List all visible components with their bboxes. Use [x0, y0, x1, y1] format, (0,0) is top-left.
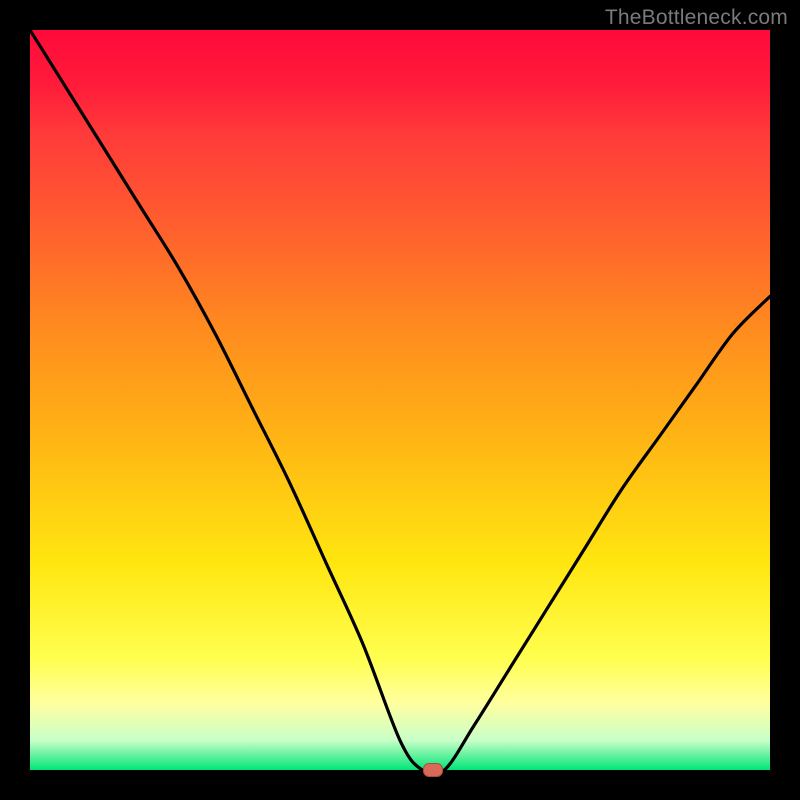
watermark-text: TheBottleneck.com: [605, 6, 788, 30]
optimal-point-marker: [423, 763, 443, 777]
chart-frame: TheBottleneck.com: [0, 0, 800, 800]
plot-area: [30, 30, 770, 770]
bottleneck-curve: [30, 30, 770, 770]
